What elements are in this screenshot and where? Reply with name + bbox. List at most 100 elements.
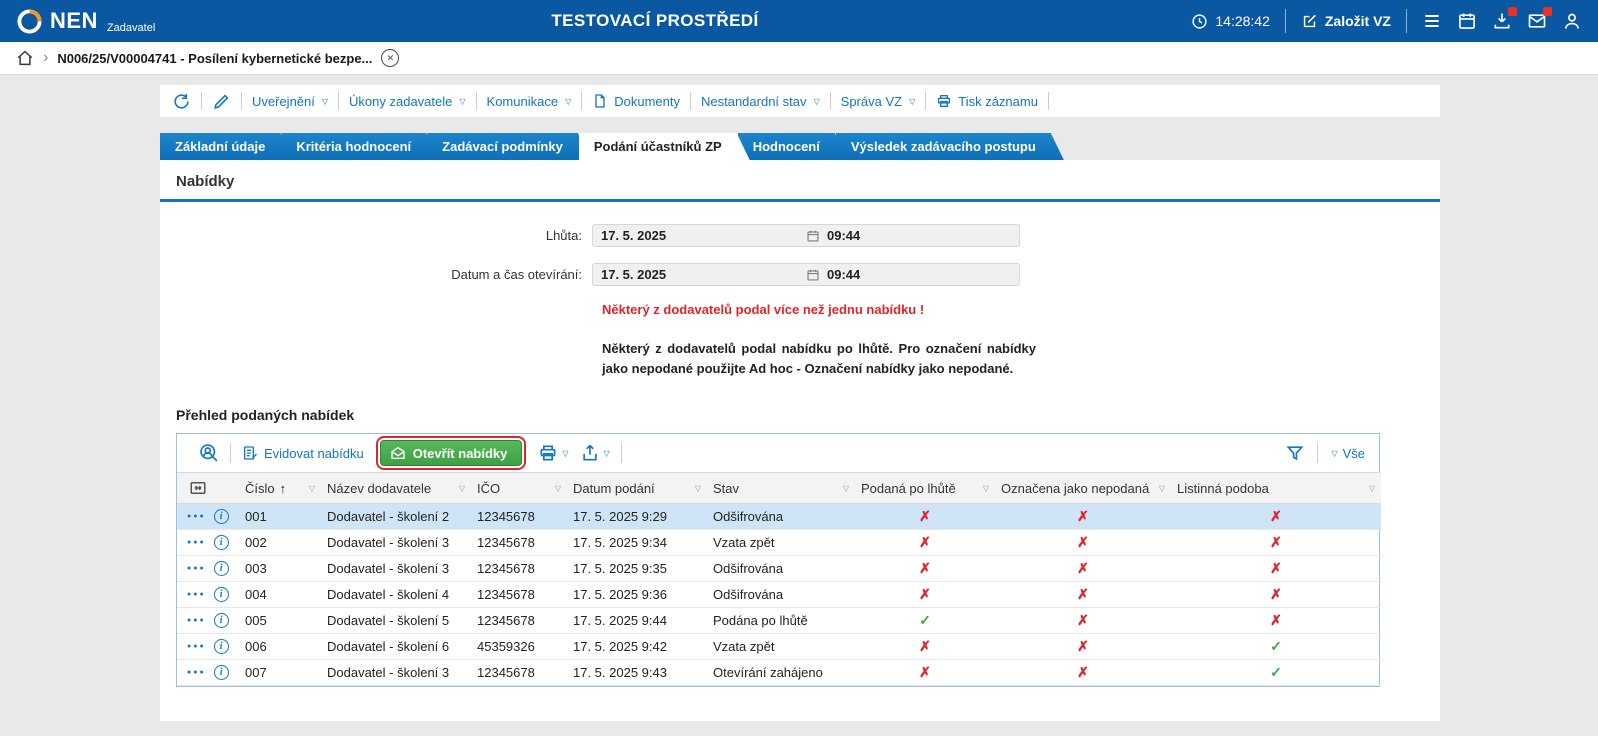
info-icon[interactable]: i [214,639,229,654]
tab-2[interactable]: Kritéria hodnocení [281,133,439,160]
toolbar-item[interactable]: Tisk záznamu [936,93,1038,109]
row-menu-icon[interactable]: ●●● [187,643,206,650]
info-icon[interactable]: i [214,587,229,602]
opening-date-value[interactable]: 17. 5. 2025 [593,267,806,282]
cross-icon: ✗ [1270,534,1282,550]
tab-4[interactable]: Podání účastníků ZP [579,133,750,160]
cell-listinna_podoba: ✗ [1171,556,1381,582]
filter-caret-icon[interactable]: ▽ [1369,484,1375,493]
export-icon [580,443,600,463]
chevron-down-icon: ▽ [565,97,571,106]
messages-icon[interactable] [1527,11,1547,31]
column-header[interactable]: Označena jako nepodaná▽ [995,473,1171,504]
sort-asc-icon: ↑ [280,481,287,496]
filter-caret-icon[interactable]: ▽ [983,484,989,493]
home-icon[interactable] [16,49,34,67]
row-menu-icon[interactable]: ●●● [187,669,206,676]
deadline-datetime-field[interactable]: 17. 5. 2025 09:44 [592,224,1020,247]
table-row[interactable]: ●●●i007Dodavatel - školení 31234567817. … [177,660,1381,686]
info-icon[interactable]: i [214,613,229,628]
info-icon[interactable]: i [214,665,229,680]
info-icon[interactable]: i [214,509,229,524]
toolbar-item[interactable]: Správa VZ▽ [841,94,916,109]
create-vz-button[interactable]: Založit VZ [1301,13,1391,30]
row-menu-icon[interactable]: ●●● [187,513,206,520]
print-menu[interactable]: ▽ [538,443,568,463]
cell-date: 17. 5. 2025 9:44 [567,608,707,634]
deadline-form: Lhůta: 17. 5. 2025 09:44 Datum a čas ote… [160,202,1440,379]
note-message: Některý z dodavatelů podal nabídku po lh… [602,339,1036,379]
column-settings-header[interactable] [177,473,239,504]
calendar-icon[interactable] [806,268,820,282]
breadcrumb-item[interactable]: N006/25/V00004741 - Posílení kybernetick… [57,51,372,66]
filter-caret-icon[interactable]: ▽ [309,484,315,493]
cell-supplier: Dodavatel - školení 4 [321,582,471,608]
table-row[interactable]: ●●●i004Dodavatel - školení 41234567817. … [177,582,1381,608]
menu-icon[interactable] [1422,11,1442,31]
row-menu-icon[interactable]: ●●● [187,591,206,598]
user-icon[interactable] [1562,11,1582,31]
search-supplier-icon[interactable] [199,443,219,463]
filter-caret-icon[interactable]: ▽ [1159,484,1165,493]
table-row[interactable]: ●●●i006Dodavatel - školení 64535932617. … [177,634,1381,660]
table-row[interactable]: ●●●i005Dodavatel - školení 51234567817. … [177,608,1381,634]
filter-caret-icon[interactable]: ▽ [555,484,561,493]
row-menu-icon[interactable]: ●●● [187,539,206,546]
toolbar-item[interactable]: Komunikace▽ [487,94,572,109]
column-header[interactable]: Číslo↑▽ [239,473,321,504]
filter-caret-icon[interactable]: ▽ [843,484,849,493]
close-icon[interactable]: ✕ [381,49,399,67]
toolbar-item[interactable]: Dokumenty [592,93,680,109]
column-settings-icon[interactable] [189,479,207,497]
nen-home-link[interactable]: NEN Zadavatel [16,8,155,35]
filter-icon[interactable] [1285,443,1305,463]
row-actions-cell: ●●● i [177,556,239,582]
row-menu-icon[interactable]: ●●● [187,617,206,624]
form-row-opening: Datum a čas otevírání: 17. 5. 2025 09:44 [160,263,1440,286]
deadline-time-value[interactable]: 09:44 [827,228,860,243]
tab-5[interactable]: Hodnocení [738,133,848,160]
info-icon[interactable]: i [214,535,229,550]
column-header[interactable]: IČO▽ [471,473,567,504]
column-header[interactable]: Listinná podoba▽ [1171,473,1381,504]
calendar-icon[interactable] [806,229,820,243]
check-icon: ✓ [1270,638,1282,654]
filter-caret-icon[interactable]: ▽ [695,484,701,493]
separator [1317,443,1318,463]
view-selector[interactable]: ▽ Vše [1330,446,1365,461]
opening-datetime-field[interactable]: 17. 5. 2025 09:44 [592,263,1020,286]
opening-time-value[interactable]: 09:44 [827,267,860,282]
table-row[interactable]: ●●●i003Dodavatel - školení 31234567817. … [177,556,1381,582]
calendar-icon[interactable] [1457,11,1477,31]
column-header[interactable]: Název dodavatele▽ [321,473,471,504]
brand-subtitle: Zadavatel [107,22,155,34]
column-header[interactable]: Podaná po lhůtě▽ [855,473,995,504]
offers-section-title: Přehled podaných nabídek [176,407,1440,423]
offers-table-container: Evidovat nabídku Otevřít nabídky ▽ ▽ [176,433,1380,687]
toolbar-item[interactable]: Nestandardní stav▽ [701,94,820,109]
toolbar-item[interactable]: Uveřejnění▽ [252,94,328,109]
column-header[interactable]: Datum podání▽ [567,473,707,504]
tab-6[interactable]: Výsledek zadávacího postupu [836,133,1064,160]
cell-date: 17. 5. 2025 9:43 [567,660,707,686]
cell-date: 17. 5. 2025 9:34 [567,530,707,556]
table-row[interactable]: ●●●i002Dodavatel - školení 31234567817. … [177,530,1381,556]
edit-icon[interactable] [212,92,231,111]
filter-caret-icon[interactable]: ▽ [459,484,465,493]
chevron-down-icon: ▽ [459,97,465,106]
deadline-date-value[interactable]: 17. 5. 2025 [593,228,806,243]
table-row[interactable]: ●●●i001Dodavatel - školení 21234567817. … [177,504,1381,530]
row-menu-icon[interactable]: ●●● [187,565,206,572]
toolbar-item[interactable]: Úkony zadavatele▽ [349,94,466,109]
cross-icon: ✗ [1270,508,1282,524]
info-icon[interactable]: i [214,561,229,576]
open-offers-button[interactable]: Otevřít nabídky [380,440,523,466]
export-menu[interactable]: ▽ [580,443,610,463]
history-icon[interactable] [172,92,191,111]
register-offer-button[interactable]: Evidovat nabídku [242,445,364,461]
downloads-icon[interactable] [1492,11,1512,31]
column-header[interactable]: Stav▽ [707,473,855,504]
offers-toolbar: Evidovat nabídku Otevřít nabídky ▽ ▽ [177,434,1379,472]
tab-3[interactable]: Zadávací podmínky [427,133,591,160]
tab-1[interactable]: Základní údaje [160,133,293,160]
